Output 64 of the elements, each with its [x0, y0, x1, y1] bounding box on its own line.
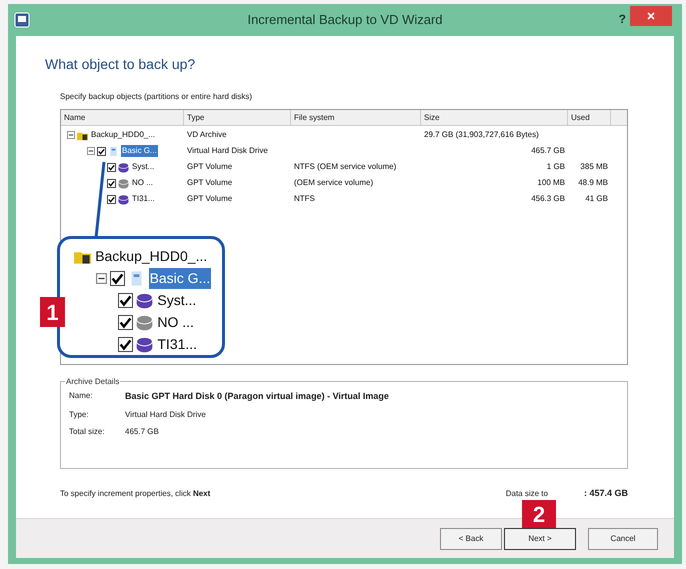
dialog-button[interactable]: Next >: [504, 528, 576, 550]
column-header[interactable]: Size: [421, 110, 568, 125]
table-cell-text: 465.7 GB: [530, 145, 566, 157]
column-header[interactable]: Type: [184, 110, 291, 125]
close-icon: [647, 12, 655, 20]
page-heading: What object to back up?: [45, 55, 196, 74]
checkbox[interactable]: [107, 178, 116, 188]
table-cell-text: Virtual Hard Disk Drive: [186, 145, 269, 157]
checkbox[interactable]: [118, 336, 133, 352]
field-value: Basic GPT Hard Disk 0 (Paragon virtual image) - Virtual Image: [125, 390, 389, 403]
data-size-label: Data size to: [506, 488, 548, 500]
callout-badge: 1: [40, 297, 65, 327]
table-cell-text: GPT Volume: [186, 161, 234, 173]
tree-item[interactable]: TI31...: [156, 334, 198, 354]
help-button[interactable]: ?: [618, 10, 626, 28]
table-cell-text: (OEM service volume): [293, 177, 374, 189]
field-label: Total size:: [69, 426, 106, 438]
callout-badge: 2: [522, 500, 556, 528]
instruction-text: Specify backup objects (partitions or entire hard disks): [60, 91, 254, 103]
dialog-button[interactable]: Cancel: [588, 528, 658, 550]
close-button[interactable]: [630, 6, 672, 26]
tree-item[interactable]: Backup_HDD0_...: [90, 129, 156, 141]
table-cell-text: 385 MB: [579, 161, 609, 173]
collapse-icon[interactable]: [67, 131, 75, 139]
table-cell-text: 1 GB: [546, 161, 566, 173]
table-cell-text: NTFS (OEM service volume): [293, 161, 398, 173]
table-cell-text: 29.7 GB (31,903,727,616 Bytes): [423, 129, 540, 141]
column-header[interactable]: Used: [568, 110, 611, 125]
checkbox[interactable]: [110, 270, 126, 286]
data-size-value: : 457.4 GB: [584, 487, 628, 500]
table-cell-text: 456.3 GB: [530, 193, 566, 205]
table-cell-text: 48.9 MB: [577, 177, 609, 189]
collapse-icon[interactable]: [87, 147, 95, 155]
tree-item[interactable]: Basic G...: [121, 145, 158, 157]
table-cell-text: VD Archive: [186, 129, 228, 141]
tree-item[interactable]: NO ...: [131, 177, 154, 189]
checkbox[interactable]: [107, 162, 116, 172]
table-cell-text: GPT Volume: [186, 177, 234, 189]
table-cell-text: GPT Volume: [186, 193, 234, 205]
app-icon: [14, 12, 30, 28]
table-cell-text: NTFS: [293, 193, 316, 205]
checkbox[interactable]: [107, 194, 116, 204]
dialog-button[interactable]: < Back: [440, 528, 502, 550]
window-title: Incremental Backup to VD Wizard: [247, 11, 443, 30]
tree-item[interactable]: TI31...: [131, 193, 156, 205]
tree-item[interactable]: Basic G...: [148, 268, 212, 288]
checkbox[interactable]: [118, 314, 133, 330]
tree-item[interactable]: Syst...: [156, 290, 198, 310]
tree-item[interactable]: Backup_HDD0_...: [94, 246, 208, 266]
checkbox[interactable]: [97, 146, 106, 156]
table-cell-text: 100 MB: [536, 177, 566, 189]
column-header[interactable]: File system: [291, 110, 421, 125]
hint-text: To specify increment properties, click Next: [60, 488, 210, 500]
field-value: Virtual Hard Disk Drive: [125, 408, 206, 420]
tree-item[interactable]: Syst...: [131, 161, 156, 173]
column-header[interactable]: Name: [61, 110, 184, 125]
field-label: Type:: [69, 408, 90, 420]
tree-item[interactable]: NO ...: [156, 312, 195, 332]
collapse-icon[interactable]: [96, 272, 107, 284]
field-value: 465.7 GB: [125, 426, 159, 438]
checkbox[interactable]: [118, 292, 133, 308]
field-label: Name:: [69, 390, 94, 402]
disk-drive-icon: [108, 146, 119, 156]
table-cell-text: 41 GB: [584, 193, 609, 205]
